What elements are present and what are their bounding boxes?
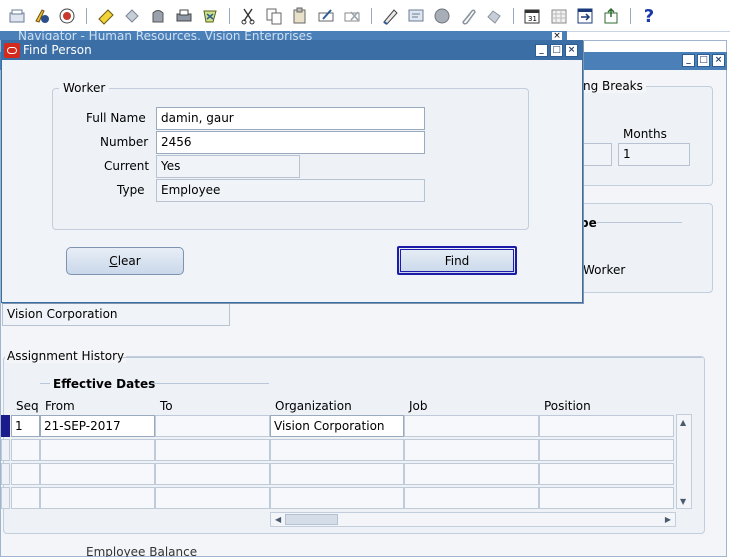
organization-field[interactable]: Vision Corporation (2, 303, 230, 326)
position-cell[interactable] (539, 439, 674, 461)
maximize-button[interactable]: □ (697, 54, 710, 67)
close-button[interactable]: × (712, 54, 725, 67)
type-label: Type (117, 183, 145, 197)
oracle-logo-icon (4, 43, 20, 58)
number-label: Number (100, 135, 149, 149)
assignment-history-label: Assignment History (5, 349, 127, 363)
seq-cell[interactable] (11, 463, 40, 485)
cut-icon[interactable] (238, 6, 258, 26)
print-icon[interactable] (174, 6, 194, 26)
col-to: To (160, 399, 173, 413)
from-cell[interactable] (40, 463, 155, 485)
seq-cell[interactable]: 1 (11, 415, 40, 437)
breaks-label: ng Breaks (580, 79, 646, 93)
employee-balance-fragment: Employee Balance (86, 545, 198, 557)
months-field[interactable]: 1 (618, 143, 690, 166)
to-cell[interactable] (155, 463, 270, 485)
scroll-down-icon[interactable]: ▼ (680, 497, 686, 506)
number-field[interactable]: 2456 (156, 131, 425, 154)
col-position: Position (544, 399, 591, 413)
minimize-button[interactable]: _ (682, 54, 695, 67)
work-schedule-icon[interactable] (549, 6, 569, 26)
to-cell[interactable] (155, 487, 270, 509)
scroll-up-icon[interactable]: ▲ (680, 418, 686, 427)
paste-icon[interactable] (290, 6, 310, 26)
col-from: From (45, 399, 75, 413)
worker-group-label: Worker (59, 81, 110, 95)
clear-button[interactable]: Clear (66, 247, 184, 275)
help-icon[interactable]: ? (639, 6, 659, 27)
horizontal-scrollbar[interactable]: ◀ ▶ (270, 512, 676, 527)
scroll-right-icon[interactable]: ▶ (665, 515, 671, 524)
maximize-button[interactable]: □ (550, 44, 563, 57)
years-field[interactable] (583, 143, 612, 166)
delete-record-icon[interactable] (342, 6, 362, 26)
full-name-label: Full Name (86, 111, 146, 125)
effective-dates-label: Effective Dates (53, 377, 156, 391)
seq-cell[interactable] (11, 487, 40, 509)
translations-icon[interactable] (406, 6, 426, 26)
type-field[interactable]: Employee (156, 179, 425, 202)
row-indicator[interactable] (1, 439, 10, 461)
calendar-icon[interactable]: 31 (522, 6, 542, 26)
next-step-icon[interactable] (96, 6, 116, 26)
row-indicator[interactable] (1, 487, 10, 509)
save-icon[interactable] (57, 6, 77, 26)
col-job: Job (409, 399, 428, 413)
current-label: Current (104, 159, 150, 173)
position-cell[interactable] (539, 463, 674, 485)
find-person-window-controls: _ □ × (535, 44, 578, 57)
job-cell[interactable] (404, 463, 539, 485)
edit-field-icon[interactable] (380, 6, 400, 26)
close-form-icon[interactable] (148, 6, 168, 26)
months-label: Months (623, 127, 667, 141)
full-name-field[interactable]: damin, gaur (156, 107, 425, 130)
seq-cell[interactable] (11, 439, 40, 461)
scroll-thumb[interactable] (285, 514, 338, 525)
from-cell[interactable] (40, 439, 155, 461)
copy-icon[interactable] (264, 6, 284, 26)
window-icon[interactable] (575, 6, 595, 26)
find-person-title-bar[interactable]: Find Person _ □ × (2, 41, 582, 60)
vertical-scrollbar[interactable]: ▲ ▼ (676, 414, 692, 509)
position-cell[interactable] (539, 487, 674, 509)
row-indicator[interactable] (1, 415, 10, 437)
find-person-title: Find Person (23, 43, 92, 57)
job-cell[interactable] (404, 439, 539, 461)
close-button[interactable]: × (565, 44, 578, 57)
col-seq: Seq (16, 399, 39, 413)
new-icon[interactable] (8, 6, 28, 26)
organization-cell[interactable] (270, 439, 404, 461)
svg-text:31: 31 (528, 15, 537, 23)
to-cell[interactable] (155, 415, 270, 437)
from-cell[interactable]: 21-SEP-2017 (40, 415, 155, 437)
attachments-icon[interactable] (458, 6, 478, 26)
current-field[interactable]: Yes (156, 155, 300, 178)
people-window-controls: _ □ × (682, 54, 725, 67)
main-toolbar: 31 ? (0, 0, 730, 32)
export-icon[interactable] (601, 6, 621, 26)
organization-cell[interactable] (270, 487, 404, 509)
position-cell[interactable] (539, 415, 674, 437)
row-indicator[interactable] (1, 463, 10, 485)
organization-cell[interactable] (270, 463, 404, 485)
find-button[interactable]: Find (397, 246, 517, 275)
job-cell[interactable] (404, 487, 539, 509)
job-cell[interactable] (404, 415, 539, 437)
from-cell[interactable] (40, 487, 155, 509)
find-person-dialog: Find Person _ □ × Worker Full Name damin… (1, 40, 583, 303)
close-form-icon[interactable] (200, 6, 220, 26)
zoom-icon[interactable] (432, 6, 452, 26)
minimize-button[interactable]: _ (535, 44, 548, 57)
organization-cell[interactable]: Vision Corporation (270, 415, 404, 437)
folder-tools-icon[interactable] (484, 6, 504, 26)
scroll-left-icon[interactable]: ◀ (275, 515, 281, 524)
print-icon[interactable] (122, 6, 142, 26)
open-folder-icon[interactable] (32, 6, 52, 26)
col-organization: Organization (275, 399, 352, 413)
worker-label-fragment: Worker (583, 263, 626, 277)
edit-field-icon[interactable] (316, 6, 336, 26)
to-cell[interactable] (155, 439, 270, 461)
